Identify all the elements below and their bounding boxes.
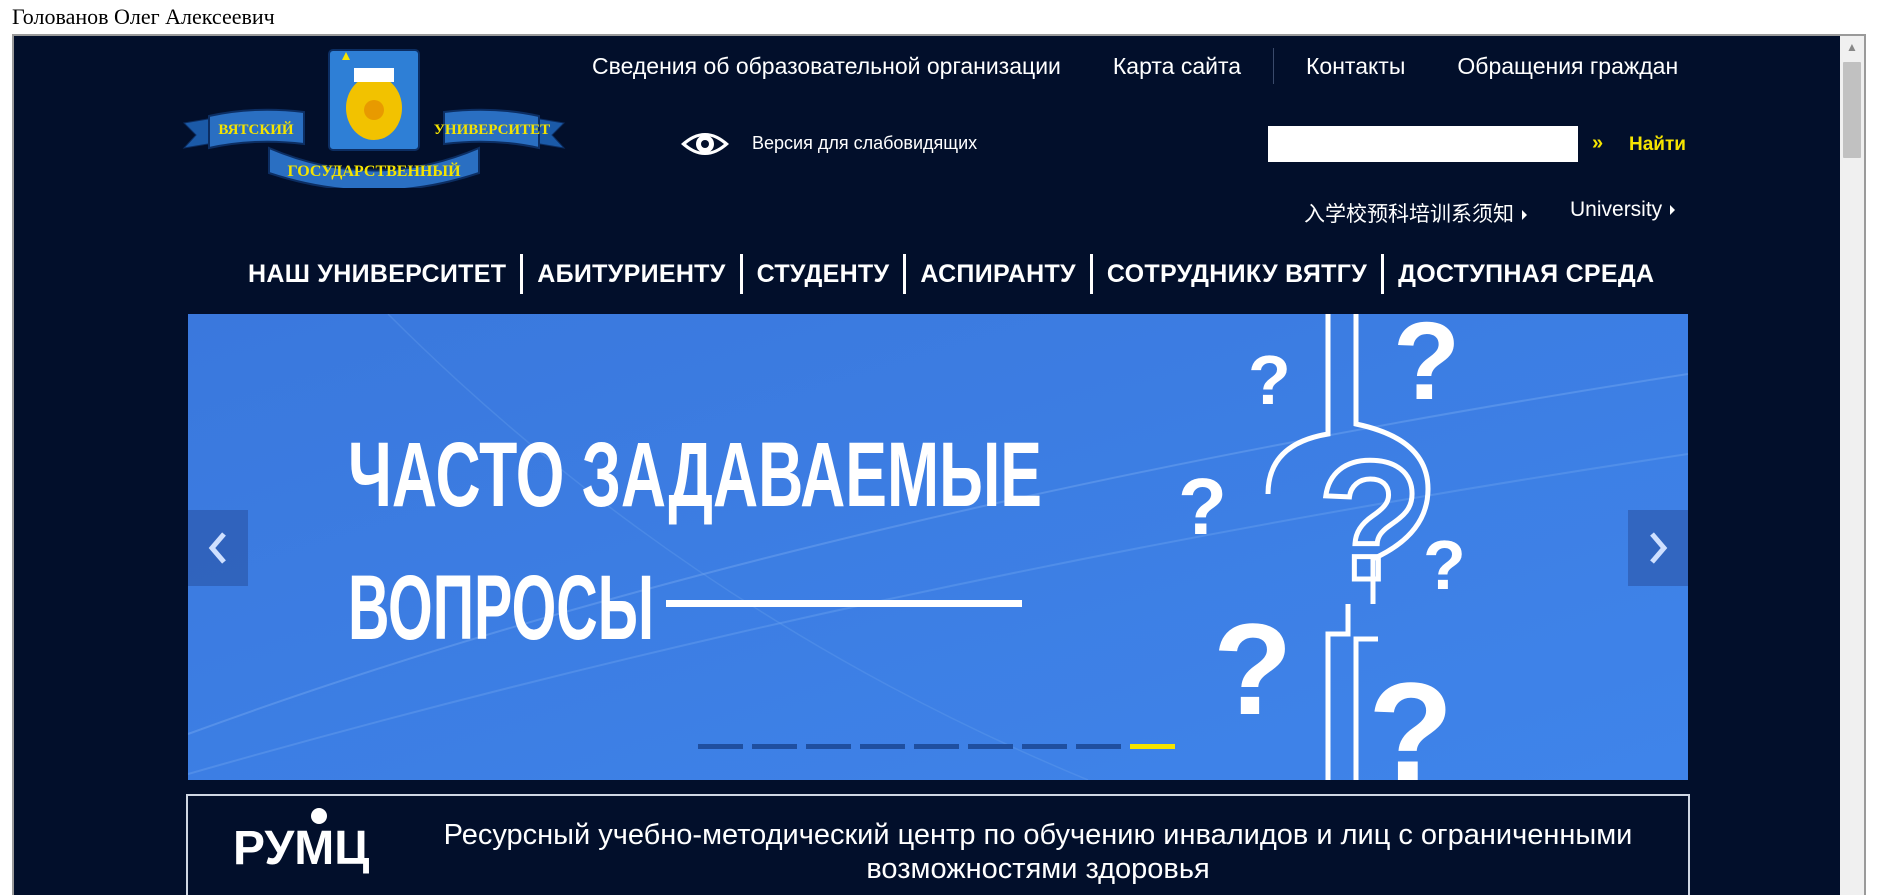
banner-headline-line1: ЧАСТО ЗАДАВАЕМЫЕ	[348, 424, 1042, 526]
banner-headline-line2: ВОПРОСЫ	[348, 557, 654, 659]
slider-dot[interactable]	[752, 744, 797, 749]
logo-word-right: УНИВЕРСИТЕТ	[434, 122, 550, 138]
triangle-right-icon	[1522, 210, 1527, 221]
search-input[interactable]	[1268, 126, 1578, 162]
lang-link-chinese[interactable]: 入学校预科培训系须知	[1304, 198, 1527, 228]
slider-dot[interactable]	[1022, 744, 1067, 749]
eye-icon[interactable]	[679, 126, 731, 162]
double-chevron-right-icon: »	[1592, 132, 1604, 154]
lang-link-english[interactable]: University	[1570, 198, 1676, 222]
slider-dot[interactable]	[806, 744, 851, 749]
top-links: Сведения об образовательной организации …	[592, 48, 1678, 84]
scroll-thumb[interactable]	[1843, 62, 1861, 158]
rumc-logo: РУМЦ	[233, 808, 369, 875]
scroll-up-arrow-icon[interactable]: ▲	[1840, 36, 1864, 58]
site-frame: ВЯТСКИЙ УНИВЕРСИТЕТ ГОСУДАРСТВЕННЫЙ Свед…	[12, 34, 1866, 895]
lang-label-chinese: 入学校预科培训系须知	[1304, 203, 1514, 226]
rumc-logo-text: РУМЦ	[233, 822, 369, 875]
toplink-sitemap[interactable]: Карта сайта	[1113, 53, 1241, 80]
nav-applicant[interactable]: АБИТУРИЕНТУ	[523, 260, 739, 289]
page-title: Голованов Олег Алексеевич	[12, 4, 275, 29]
slider-dot[interactable]	[860, 744, 905, 749]
main-navigation: НАШ УНИВЕРСИТЕТ АБИТУРИЕНТУ СТУДЕНТУ АСП…	[234, 254, 1668, 294]
slider-dot[interactable]	[1076, 744, 1121, 749]
toplink-organization-info[interactable]: Сведения об образовательной организации	[592, 53, 1061, 80]
rumc-banner[interactable]: РУМЦ Ресурсный учебно-методический центр…	[186, 794, 1690, 895]
lang-label-english: University	[1570, 198, 1663, 221]
chevron-right-icon	[1650, 532, 1668, 564]
nav-staff[interactable]: СОТРУДНИКУ ВЯТГУ	[1093, 260, 1381, 289]
slider-next-button[interactable]	[1628, 510, 1688, 586]
toplink-contacts[interactable]: Контакты	[1306, 53, 1405, 80]
nav-postgraduate[interactable]: АСПИРАНТУ	[906, 260, 1090, 289]
slider-dots	[698, 744, 1175, 749]
banner-slider[interactable]: ? ? ? ? ? ? ? ЧАСТО ЗАДАВАЕМЫЕ ВОПРОСЫ	[188, 314, 1688, 780]
rumc-description: Ресурсный учебно-методический центр по о…	[443, 819, 1633, 885]
chevron-left-icon	[208, 532, 226, 564]
slider-prev-button[interactable]	[188, 510, 248, 586]
page-scrollbar[interactable]: ▲	[1840, 36, 1864, 895]
toplink-citizen-appeals[interactable]: Обращения граждан	[1457, 53, 1678, 80]
nav-our-university[interactable]: НАШ УНИВЕРСИТЕТ	[234, 260, 520, 289]
logo-word-left: ВЯТСКИЙ	[218, 121, 293, 138]
triangle-right-icon	[1670, 205, 1676, 216]
banner-headline: ЧАСТО ЗАДАВАЕМЫЕ ВОПРОСЫ	[348, 424, 1042, 659]
slider-dot[interactable]	[698, 744, 743, 749]
search-button[interactable]: Найти	[1629, 134, 1686, 156]
logo-word-bottom: ГОСУДАРСТВЕННЫЙ	[287, 161, 461, 180]
slider-dot[interactable]	[968, 744, 1013, 749]
slider-dot[interactable]	[914, 744, 959, 749]
slider-dot[interactable]	[1130, 744, 1175, 749]
nav-accessible-environment[interactable]: ДОСТУПНАЯ СРЕДА	[1384, 260, 1668, 289]
university-logo[interactable]: ВЯТСКИЙ УНИВЕРСИТЕТ ГОСУДАРСТВЕННЫЙ	[174, 48, 574, 188]
nav-student[interactable]: СТУДЕНТУ	[743, 260, 904, 289]
toplink-divider	[1273, 48, 1275, 84]
low-vision-link[interactable]: Версия для слабовидящих	[752, 133, 977, 154]
